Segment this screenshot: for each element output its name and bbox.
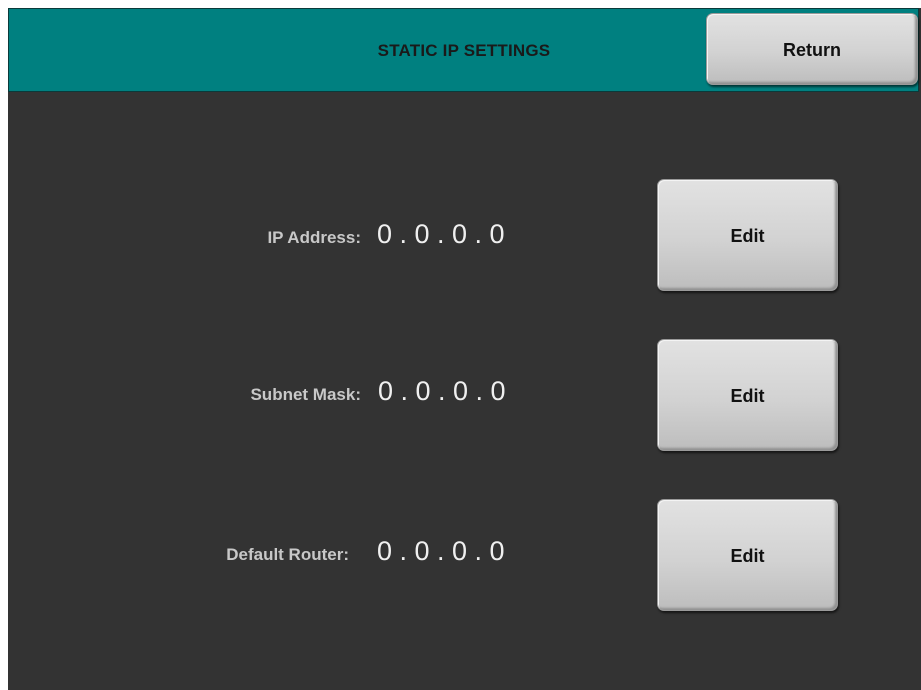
edit-subnet-mask-button[interactable]: Edit (657, 339, 838, 451)
ip-address-label: IP Address: (267, 228, 361, 247)
settings-panel: STATIC IP SETTINGS Return IP Address: 0 … (8, 8, 921, 690)
return-button[interactable]: Return (706, 13, 918, 85)
title-bar: STATIC IP SETTINGS Return (8, 8, 919, 92)
subnet-mask-label: Subnet Mask: (250, 385, 361, 404)
page-title: STATIC IP SETTINGS (377, 41, 551, 60)
subnet-mask-value: 0 . 0 . 0 . 0 (378, 376, 506, 406)
default-router-label: Default Router: (226, 545, 349, 564)
edit-default-router-button[interactable]: Edit (657, 499, 838, 611)
default-router-value: 0 . 0 . 0 . 0 (377, 536, 505, 566)
ip-address-value: 0 . 0 . 0 . 0 (377, 219, 505, 249)
edit-ip-address-button[interactable]: Edit (657, 179, 838, 291)
